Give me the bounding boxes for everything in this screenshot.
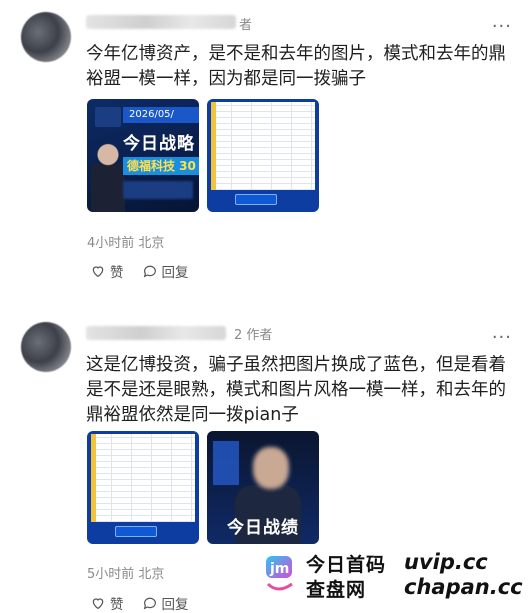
promo-title: 今日战绩 (227, 518, 299, 538)
thumbnail-button-graphic (235, 194, 277, 205)
promo-title: 今日战略 (123, 134, 195, 154)
watermark-cn-line1: 今日首码 (306, 554, 387, 576)
avatar[interactable] (21, 12, 71, 62)
more-options-button[interactable]: ··· (492, 329, 512, 347)
watermark-cn-line2: 查盘网 (306, 579, 367, 601)
watermark: jm 今日首码 查盘网 uvip.cc chapan.cc (262, 548, 524, 604)
badge-decoration (95, 107, 121, 127)
comment-text: 这是亿博投资，骗子虽然把图片换成了蓝色，但是看着是不是还是眼熟，模式和图片风格一… (86, 355, 506, 425)
reply-button[interactable]: 回复 (142, 261, 189, 281)
username-blurred[interactable] (86, 15, 236, 29)
heart-icon (92, 598, 104, 610)
comment-images: 今日战绩 (87, 431, 319, 544)
chat-bubble-icon (143, 265, 156, 278)
image-thumbnail[interactable]: 今日战绩 (207, 431, 319, 544)
svg-text:jm: jm (269, 561, 289, 577)
comment-actions: 赞 回复 (90, 261, 189, 281)
comment-meta: 4小时前 北京 (87, 236, 165, 251)
author-tag: 2 作者 (234, 328, 273, 343)
more-options-button[interactable]: ··· (492, 18, 512, 36)
like-label: 赞 (110, 597, 124, 613)
image-thumbnail[interactable] (207, 99, 319, 212)
badge-decoration (213, 441, 239, 485)
spreadsheet-preview (211, 102, 315, 190)
heart-icon (92, 266, 104, 278)
blurred-face (253, 447, 289, 489)
reply-button[interactable]: 回复 (142, 593, 189, 613)
comment-actions: 赞 回复 (90, 593, 189, 613)
thumbnail-button-graphic (115, 526, 157, 537)
watermark-en-line2: chapan.cc (404, 575, 523, 599)
like-label: 赞 (110, 265, 124, 281)
reply-label: 回复 (161, 597, 189, 613)
comment-meta: 5小时前 北京 (87, 567, 165, 582)
promo-blurred-text (123, 181, 193, 199)
watermark-en-line1: uvip.cc (404, 550, 488, 574)
avatar[interactable] (21, 322, 71, 372)
presenter-figure (91, 142, 125, 212)
comment-images: 2026/05/ 今日战略 德福科技 30 (87, 99, 319, 212)
chat-bubble-icon (143, 597, 156, 610)
author-tag: 者 (239, 18, 253, 33)
promo-date: 2026/05/ (123, 107, 199, 123)
reply-label: 回复 (161, 265, 189, 281)
image-thumbnail[interactable]: 2026/05/ 今日战略 德福科技 30 (87, 99, 199, 212)
username-blurred[interactable] (86, 326, 226, 340)
like-button[interactable]: 赞 (90, 261, 124, 281)
image-thumbnail[interactable] (87, 431, 199, 544)
like-button[interactable]: 赞 (90, 593, 124, 613)
promo-stock: 德福科技 30 (123, 157, 199, 175)
comment-text: 今年亿博资产，是不是和去年的图片，模式和去年的鼎裕盟一模一样，因为都是同一拨骗子 (86, 44, 506, 89)
jm-logo-icon: jm (266, 556, 293, 591)
spreadsheet-preview (91, 434, 195, 522)
